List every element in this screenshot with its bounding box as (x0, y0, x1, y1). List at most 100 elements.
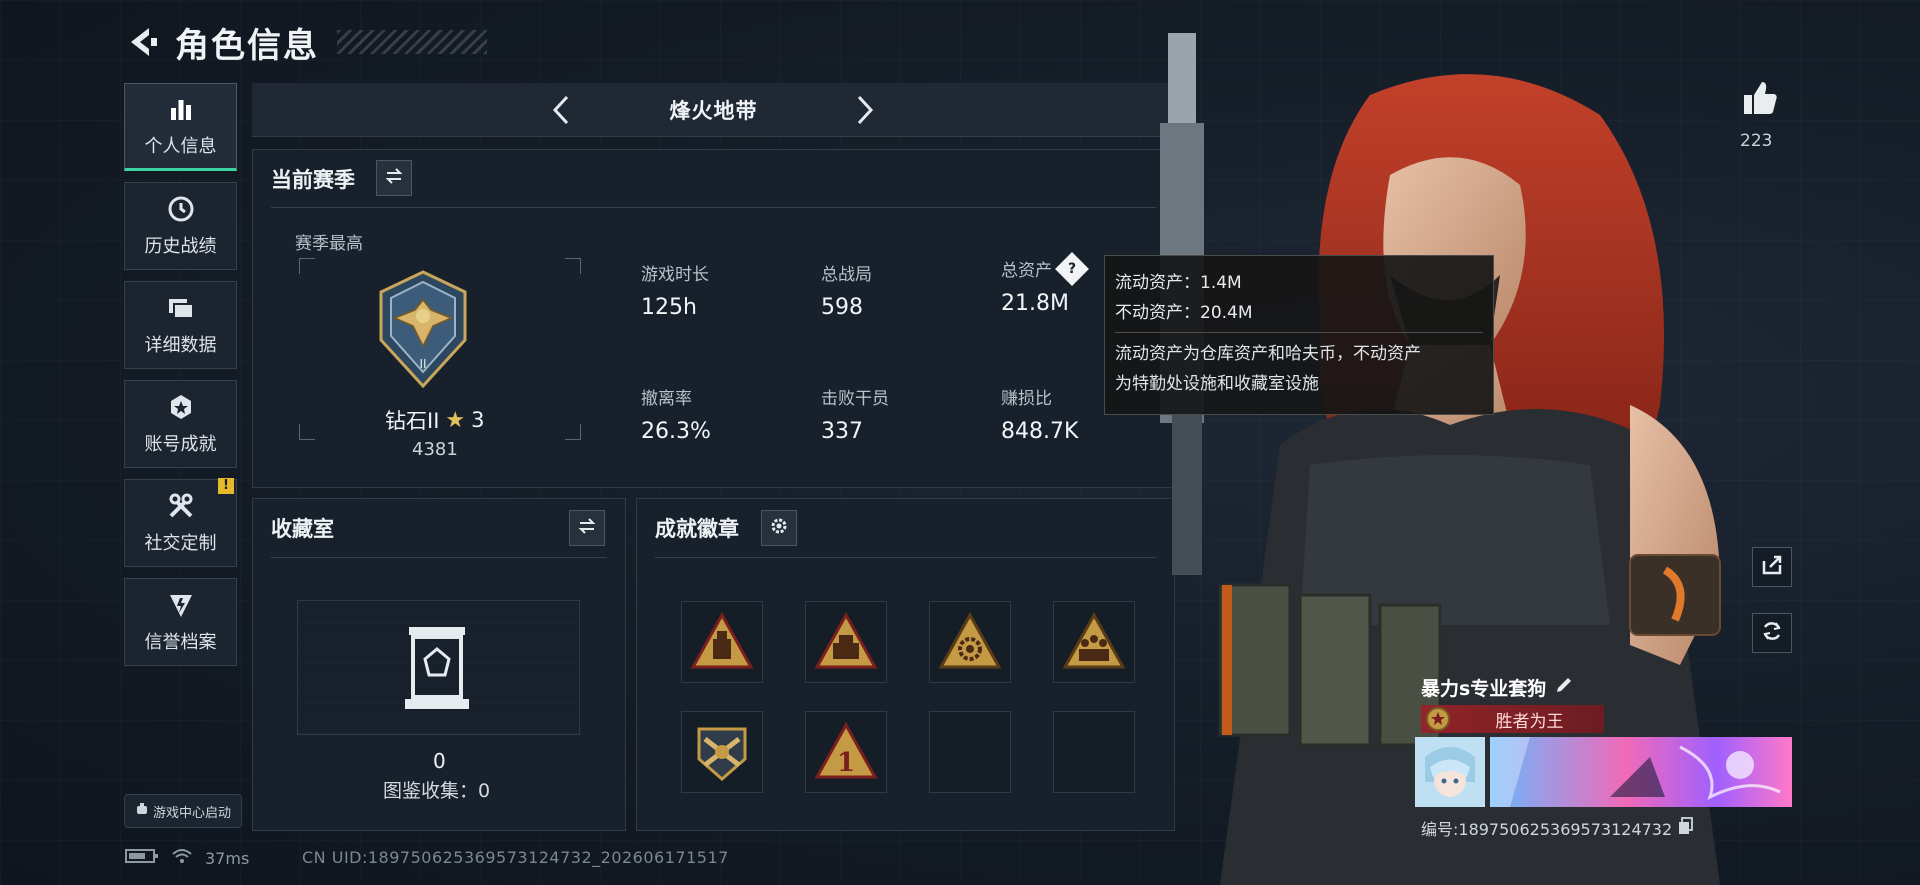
stat-value: 125h (641, 295, 697, 320)
mode-selector: 烽火地带 (252, 83, 1175, 137)
badge-slot[interactable]: 1 (805, 711, 887, 793)
season-switch-button[interactable] (376, 160, 412, 196)
season-best-label: 赛季最高 (295, 234, 363, 254)
tooltip-description-2: 为特勤处设施和收藏室设施 (1115, 374, 1319, 394)
history-clock-icon (166, 194, 196, 224)
thumbs-up-icon[interactable] (1740, 78, 1780, 118)
badge-slot[interactable] (1053, 601, 1135, 683)
gear-icon (769, 516, 789, 540)
stat-value: 337 (821, 419, 863, 444)
badge-slot[interactable] (805, 601, 887, 683)
side-nav: 个人信息 历史战绩 详细数据 账号成就 ! 社交定制 信誉档案 (124, 83, 237, 677)
crate-badge-icon (814, 611, 878, 669)
rank-tier: 钻石II (385, 409, 440, 433)
badges-settings-button[interactable] (761, 510, 797, 546)
svg-text:II: II (419, 357, 426, 371)
stat-label: 撤离率 (641, 389, 692, 409)
title-tag[interactable]: 胜者为王 (1421, 705, 1604, 733)
nav-item-personal-info[interactable]: 个人信息 (124, 83, 237, 171)
back-arrow-icon[interactable] (125, 24, 161, 60)
rank-name: 钻石II ★ 3 (385, 405, 535, 435)
mode-prev-chevron-icon[interactable] (545, 93, 579, 127)
tooltip-divider (1115, 332, 1483, 333)
lantern-badge-icon (690, 611, 754, 669)
profile-banner[interactable] (1490, 737, 1792, 807)
collection-switch-button[interactable] (569, 510, 605, 546)
total-assets-tooltip: 流动资产：1.4M 不动资产：20.4M 流动资产为仓库资产和哈夫币，不动资产 … (1104, 255, 1494, 415)
frame-corner (565, 258, 581, 274)
nav-item-detail-data[interactable]: 详细数据 (124, 281, 237, 369)
nav-item-history[interactable]: 历史战绩 (124, 182, 237, 270)
codex-collection: 图鉴收集：0 (383, 780, 491, 802)
collection-panel: 收藏室 0 图鉴收集：0 (252, 498, 626, 831)
uid-text: CN UID:18975062536957312473​2_2026061715… (302, 848, 729, 867)
rank-score: 4381 (412, 439, 458, 460)
share-icon (1760, 553, 1784, 581)
nav-label: 历史战绩 (144, 236, 217, 257)
stat-label: 击败干员 (821, 389, 889, 409)
mode-next-chevron-icon[interactable] (847, 93, 881, 127)
copy-icon[interactable] (1678, 817, 1694, 839)
divider (655, 557, 1156, 558)
nav-label: 账号成就 (144, 434, 217, 455)
svg-text:1: 1 (837, 748, 855, 778)
star-icon: ★ (445, 407, 466, 433)
number-one-badge-icon: 1 (814, 721, 878, 779)
stat-value: 598 (821, 295, 863, 320)
badge-slot[interactable] (929, 601, 1011, 683)
nav-label: 详细数据 (144, 335, 217, 356)
season-title: 当前赛季 (271, 168, 355, 192)
nav-item-achievements[interactable]: 账号成就 (124, 380, 237, 468)
help-icon[interactable]: ? (1055, 251, 1089, 286)
edit-pencil-icon[interactable] (1554, 675, 1574, 700)
nav-item-reputation[interactable]: 信誉档案 (124, 578, 237, 666)
warning-badge: ! (218, 478, 234, 494)
mode-name: 烽火地带 (669, 98, 758, 123)
soldiers-badge-icon (1062, 611, 1126, 669)
collection-count: 0 (433, 749, 446, 773)
display-case-icon (401, 623, 473, 713)
badge-slot[interactable] (681, 601, 763, 683)
battery-icon (125, 848, 159, 868)
folder-icon (166, 293, 196, 323)
frame-corner (565, 424, 581, 440)
title-decoration (337, 30, 487, 54)
page-title: 角色信息 (175, 25, 319, 66)
collection-title: 收藏室 (271, 517, 334, 541)
badge-slot-empty[interactable] (1053, 711, 1135, 793)
nav-item-social[interactable]: ! 社交定制 (124, 478, 237, 567)
stat-label: 游戏时长 (641, 265, 709, 285)
player-avatar[interactable] (1415, 737, 1485, 807)
tooltip-liquid-assets: 流动资产：1.4M (1115, 273, 1242, 293)
badge-slot-empty[interactable] (929, 711, 1011, 793)
rotate-button[interactable] (1752, 613, 1792, 653)
share-button[interactable] (1752, 547, 1792, 587)
player-name-text: 暴力s专业套狗 (1421, 678, 1547, 700)
nav-label: 个人信息 (144, 136, 217, 157)
crossed-guns-badge-icon (697, 727, 747, 781)
gear-star-badge-icon (938, 611, 1002, 669)
like-count: 223 (1740, 131, 1773, 151)
ping-value: 37ms (205, 848, 250, 868)
nav-label: 社交定制 (144, 533, 217, 554)
status-bar: 37ms (125, 847, 249, 869)
player-id: 编号:18975062536957312473​2 (1421, 816, 1694, 840)
bar-chart-icon (166, 94, 196, 124)
frame-corner (299, 424, 315, 440)
game-center-label: 游戏中心启动 (152, 805, 231, 821)
stat-extract-rate: 撤离率 26.3% (641, 384, 791, 444)
season-panel: 当前赛季 赛季最高 II 钻石II ★ 3 4381 游戏时长 125h 总战局… (252, 149, 1175, 488)
nav-label: 信誉档案 (144, 632, 217, 653)
stat-total-matches: 总战局 598 (821, 260, 971, 320)
page-header: 角色信息 (125, 18, 487, 66)
diamond-rank-badge-icon: II (375, 270, 471, 389)
game-center-button[interactable]: 游戏中心启动 (124, 794, 242, 828)
tools-icon (166, 491, 196, 521)
achievement-medal-icon (166, 392, 196, 422)
shield-bolt-icon (166, 590, 196, 620)
badge-slot[interactable] (681, 711, 763, 793)
wifi-icon (171, 847, 193, 869)
stat-play-time: 游戏时长 125h (641, 260, 791, 320)
player-name: 暴力s专业套狗 (1421, 674, 1574, 701)
badges-title: 成就徽章 (655, 517, 739, 541)
